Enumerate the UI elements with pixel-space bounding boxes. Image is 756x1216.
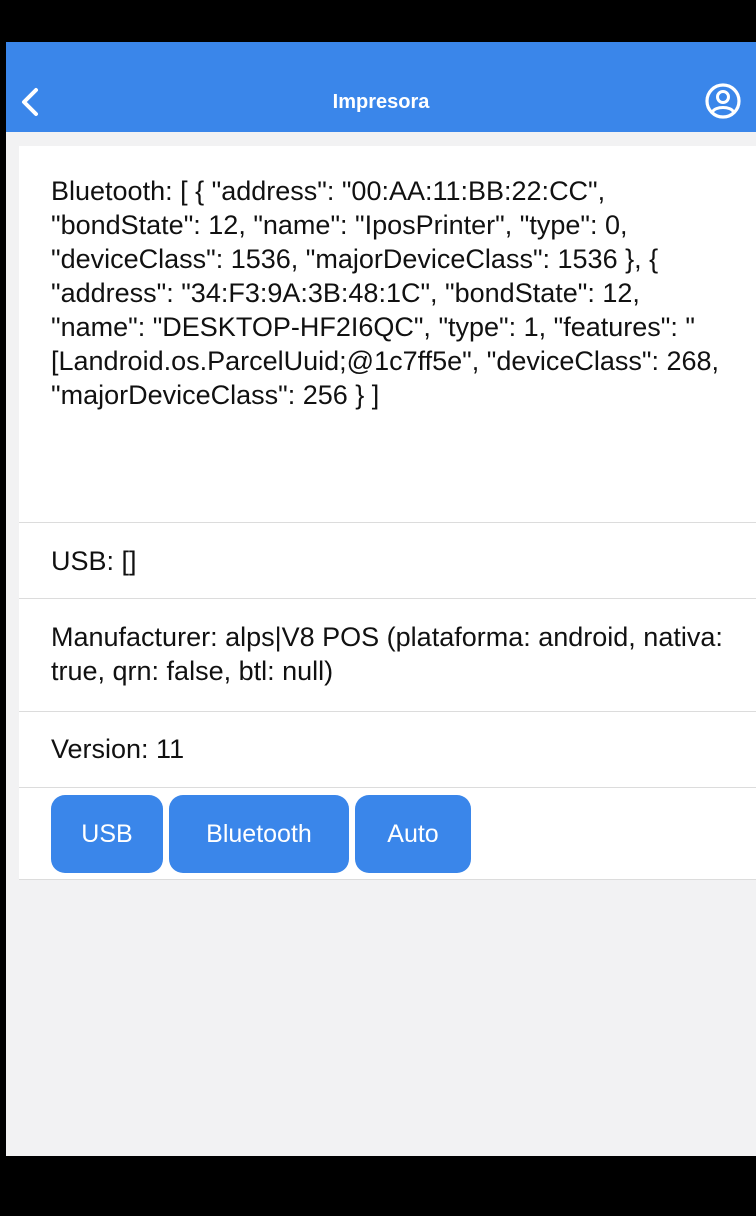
usb-info-row: USB: [] bbox=[19, 523, 756, 599]
usb-info-text: USB: [] bbox=[51, 546, 137, 576]
manufacturer-info-row: Manufacturer: alps|V8 POS (plataforma: a… bbox=[19, 599, 756, 712]
bluetooth-button[interactable]: Bluetooth bbox=[169, 795, 349, 873]
page-title: Impresora bbox=[332, 91, 430, 113]
app-screen: Impresora Bluetooth: [ { "address": "00:… bbox=[6, 0, 756, 1216]
version-info-row: Version: 11 bbox=[19, 712, 756, 788]
version-info-text: Version: 11 bbox=[51, 734, 185, 764]
app-header: Impresora bbox=[6, 42, 756, 132]
usb-button[interactable]: USB bbox=[51, 795, 163, 873]
connection-buttons: USB Bluetooth Auto bbox=[19, 788, 756, 880]
status-bar bbox=[6, 0, 756, 42]
profile-button[interactable] bbox=[704, 82, 742, 120]
auto-button[interactable]: Auto bbox=[355, 795, 471, 873]
manufacturer-info-text: Manufacturer: alps|V8 POS (plataforma: a… bbox=[51, 622, 723, 686]
system-navigation-bar bbox=[6, 1156, 756, 1216]
user-circle-icon bbox=[705, 83, 741, 119]
printer-info-card: Bluetooth: [ { "address": "00:AA:11:BB:2… bbox=[19, 146, 756, 880]
bluetooth-info-text: Bluetooth: [ { "address": "00:AA:11:BB:2… bbox=[51, 176, 720, 410]
bluetooth-info-row: Bluetooth: [ { "address": "00:AA:11:BB:2… bbox=[19, 146, 756, 523]
